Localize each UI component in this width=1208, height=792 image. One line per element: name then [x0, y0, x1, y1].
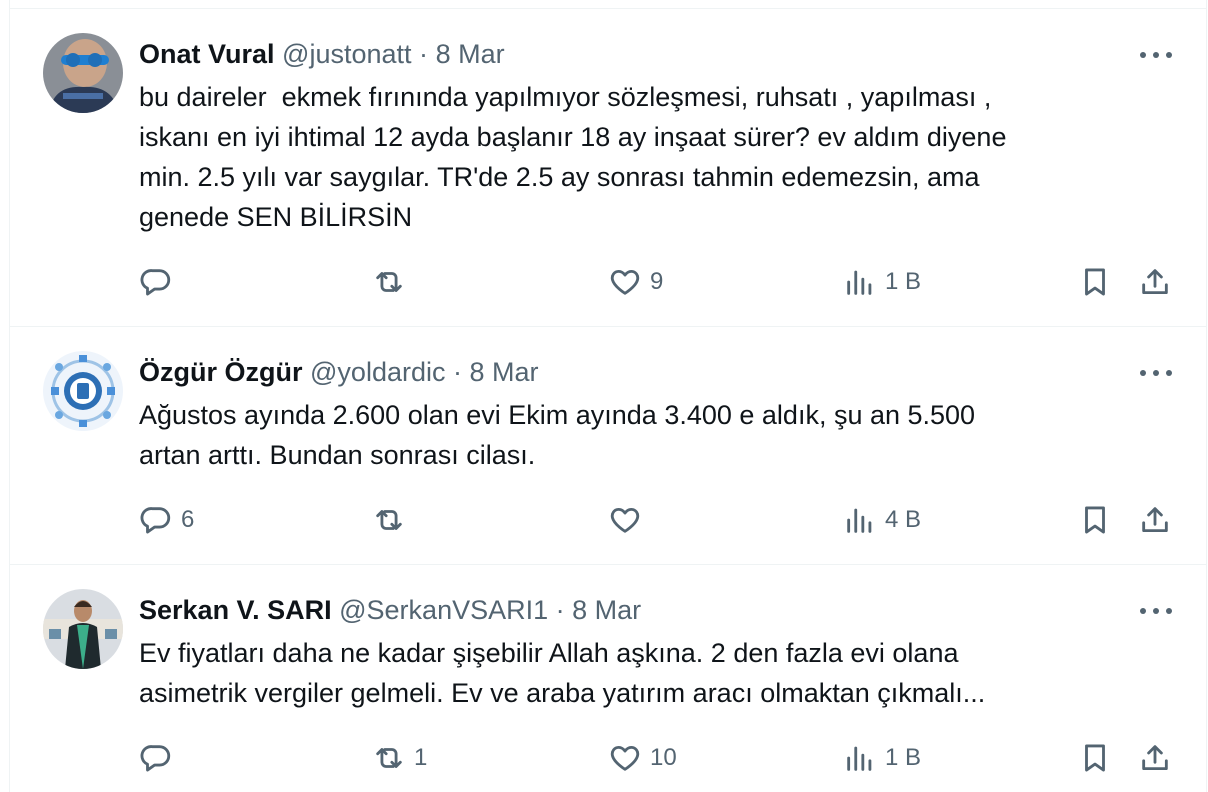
repost-count: 1 [414, 744, 428, 771]
reply-button[interactable] [139, 264, 181, 300]
tweet-date[interactable]: 8 Mar [470, 357, 539, 387]
bookmark-icon [1085, 506, 1105, 534]
display-name[interactable]: Onat Vural [139, 39, 275, 69]
reply-icon [140, 745, 171, 772]
display-name[interactable]: Serkan V. SARI [139, 595, 332, 625]
views-button[interactable]: 1 B [843, 264, 921, 300]
like-button[interactable]: 9 [608, 264, 663, 300]
separator-dot: · [453, 357, 462, 387]
tweet[interactable]: Özgür Özgür @yoldardic · 8 Mar Ağustos a… [10, 327, 1206, 565]
tweet-text: Ev fiyatları daha ne kadar şişebilir All… [139, 638, 986, 708]
like-button[interactable] [608, 502, 650, 538]
repost-button[interactable]: 1 [372, 740, 427, 776]
avatar[interactable] [43, 351, 123, 431]
share-icon [1142, 507, 1168, 533]
share-button[interactable] [1138, 502, 1172, 538]
share-icon [1142, 745, 1168, 771]
like-count: 10 [650, 744, 677, 771]
bookmark-icon [1085, 744, 1105, 772]
avatar[interactable] [43, 33, 123, 113]
user-handle[interactable]: @SerkanVSARI1 [339, 595, 548, 625]
reply-count: 6 [181, 506, 195, 533]
share-icon [1142, 269, 1168, 295]
views-count: 4 B [885, 506, 922, 533]
timeline: Onat Vural @justonatt · 8 Mar bu dairele… [9, 0, 1207, 792]
bookmark-button[interactable] [1078, 264, 1112, 300]
more-icon[interactable] [1140, 601, 1172, 621]
views-icon [847, 508, 872, 533]
repost-icon [376, 748, 402, 768]
tweet-date[interactable]: 8 Mar [572, 595, 641, 625]
more-icon[interactable] [1140, 363, 1172, 383]
tweet[interactable]: Onat Vural @justonatt · 8 Mar bu dairele… [10, 9, 1206, 327]
share-button[interactable] [1138, 740, 1172, 776]
views-button[interactable]: 1 B [843, 740, 921, 776]
bookmark-button[interactable] [1078, 502, 1112, 538]
like-count: 9 [650, 268, 664, 295]
views-button[interactable]: 4 B [843, 502, 921, 538]
repost-icon [376, 510, 402, 530]
tweet-header: Özgür Özgür @yoldardic · 8 Mar [139, 355, 539, 389]
views-count: 1 B [885, 268, 922, 295]
separator-dot: · [419, 39, 429, 69]
reply-icon [140, 269, 171, 296]
avatar[interactable] [43, 589, 123, 669]
display-name[interactable]: Özgür Özgür [139, 357, 303, 387]
repost-button[interactable] [372, 502, 414, 538]
views-icon [847, 746, 872, 771]
tweet-header: Onat Vural @justonatt · 8 Mar [139, 37, 505, 71]
user-handle[interactable]: @yoldardic [310, 357, 445, 387]
tweet-date[interactable]: 8 Mar [436, 39, 505, 69]
share-button[interactable] [1138, 264, 1172, 300]
reply-icon [140, 507, 171, 534]
more-icon[interactable] [1140, 45, 1172, 65]
tweet-text: Ağustos ayında 2.600 olan evi Ekim ayınd… [139, 400, 976, 470]
heart-icon [610, 269, 640, 295]
tweet-text: bu daireler ekmek fırınında yapılmıyor s… [139, 82, 1007, 232]
bookmark-icon [1085, 268, 1105, 296]
repost-icon [376, 272, 402, 292]
heart-icon [610, 745, 640, 771]
reply-button[interactable]: 6 [139, 502, 194, 538]
separator-dot: · [555, 595, 565, 625]
repost-button[interactable] [372, 264, 414, 300]
tweet-header: Serkan V. SARI @SerkanVSARI1 · 8 Mar [139, 593, 641, 627]
tweet[interactable]: Serkan V. SARI @SerkanVSARI1 · 8 Mar Ev … [10, 565, 1206, 792]
heart-icon [610, 507, 640, 533]
reply-button[interactable] [139, 740, 181, 776]
views-count: 1 B [885, 744, 922, 771]
views-icon [847, 270, 872, 295]
bookmark-button[interactable] [1078, 740, 1112, 776]
user-handle[interactable]: @justonatt [282, 39, 411, 69]
like-button[interactable]: 10 [608, 740, 677, 776]
